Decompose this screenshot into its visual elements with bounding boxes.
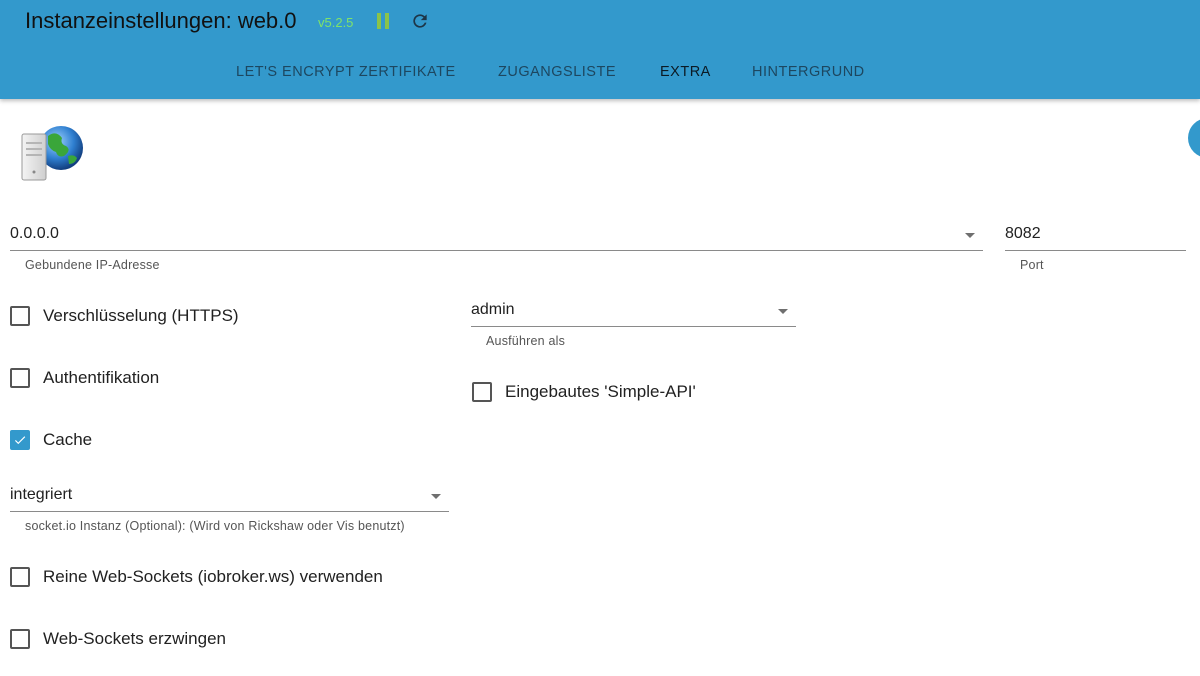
tab-extra[interactable]: EXTRA	[660, 64, 711, 84]
auth-label: Authentifikation	[43, 368, 160, 387]
run-as-label: Ausführen als	[486, 334, 566, 348]
checkmark-icon	[14, 436, 26, 445]
version-badge: v5.2.5	[318, 15, 354, 30]
port-label: Port	[1020, 258, 1044, 272]
force-ws-checkbox[interactable]	[10, 629, 30, 649]
dropdown-arrow-icon	[965, 233, 975, 238]
pure-ws-checkbox-row[interactable]: Reine Web-Sockets (iobroker.ws) verwende…	[10, 565, 430, 589]
port-value: 8082	[1005, 225, 1041, 242]
bind-ip-label: Gebundene IP-Adresse	[25, 258, 160, 272]
run-as-select[interactable]: admin	[471, 301, 796, 327]
socketio-select[interactable]: integriert	[10, 486, 449, 512]
tab-hintergrund[interactable]: HINTERGRUND	[752, 64, 865, 84]
auth-checkbox[interactable]	[10, 368, 30, 388]
server-globe-icon	[21, 126, 83, 181]
cache-checkbox[interactable]	[10, 430, 30, 450]
pure-ws-checkbox[interactable]	[10, 567, 30, 587]
https-checkbox-row[interactable]: Verschlüsselung (HTTPS)	[10, 304, 290, 328]
cache-checkbox-row[interactable]: Cache	[10, 428, 160, 452]
reload-icon[interactable]	[410, 11, 430, 31]
pause-icon[interactable]	[376, 13, 390, 29]
save-fab-button[interactable]	[1188, 118, 1200, 158]
pure-ws-label: Reine Web-Sockets (iobroker.ws) verwende…	[43, 567, 383, 586]
socketio-value: integriert	[10, 486, 73, 503]
simple-api-checkbox[interactable]	[472, 382, 492, 402]
dropdown-arrow-icon	[431, 494, 441, 499]
dropdown-arrow-icon	[778, 309, 788, 314]
simple-api-label: Eingebautes 'Simple-API'	[505, 382, 696, 401]
bind-ip-value: 0.0.0.0	[10, 225, 59, 242]
cache-label: Cache	[43, 430, 93, 449]
run-as-value: admin	[471, 301, 515, 318]
auth-checkbox-row[interactable]: Authentifikation	[10, 366, 230, 390]
tab-zugangsliste[interactable]: ZUGANGSLISTE	[498, 64, 616, 84]
page-title: Instanzeinstellungen: web.0	[25, 8, 297, 33]
https-checkbox[interactable]	[10, 306, 30, 326]
bind-ip-select[interactable]: 0.0.0.0	[10, 225, 983, 251]
tab-letsencrypt[interactable]: LET'S ENCRYPT ZERTIFIKATE	[236, 64, 456, 84]
socketio-label: socket.io Instanz (Optional): (Wird von …	[25, 519, 405, 533]
app-header: Instanzeinstellungen: web.0 v5.2.5 LET'S…	[0, 0, 1200, 99]
https-label: Verschlüsselung (HTTPS)	[43, 306, 239, 325]
port-input[interactable]: 8082	[1005, 225, 1186, 251]
force-ws-checkbox-row[interactable]: Web-Sockets erzwingen	[10, 627, 270, 651]
simple-api-checkbox-row[interactable]: Eingebautes 'Simple-API'	[472, 380, 752, 404]
force-ws-label: Web-Sockets erzwingen	[43, 629, 226, 648]
